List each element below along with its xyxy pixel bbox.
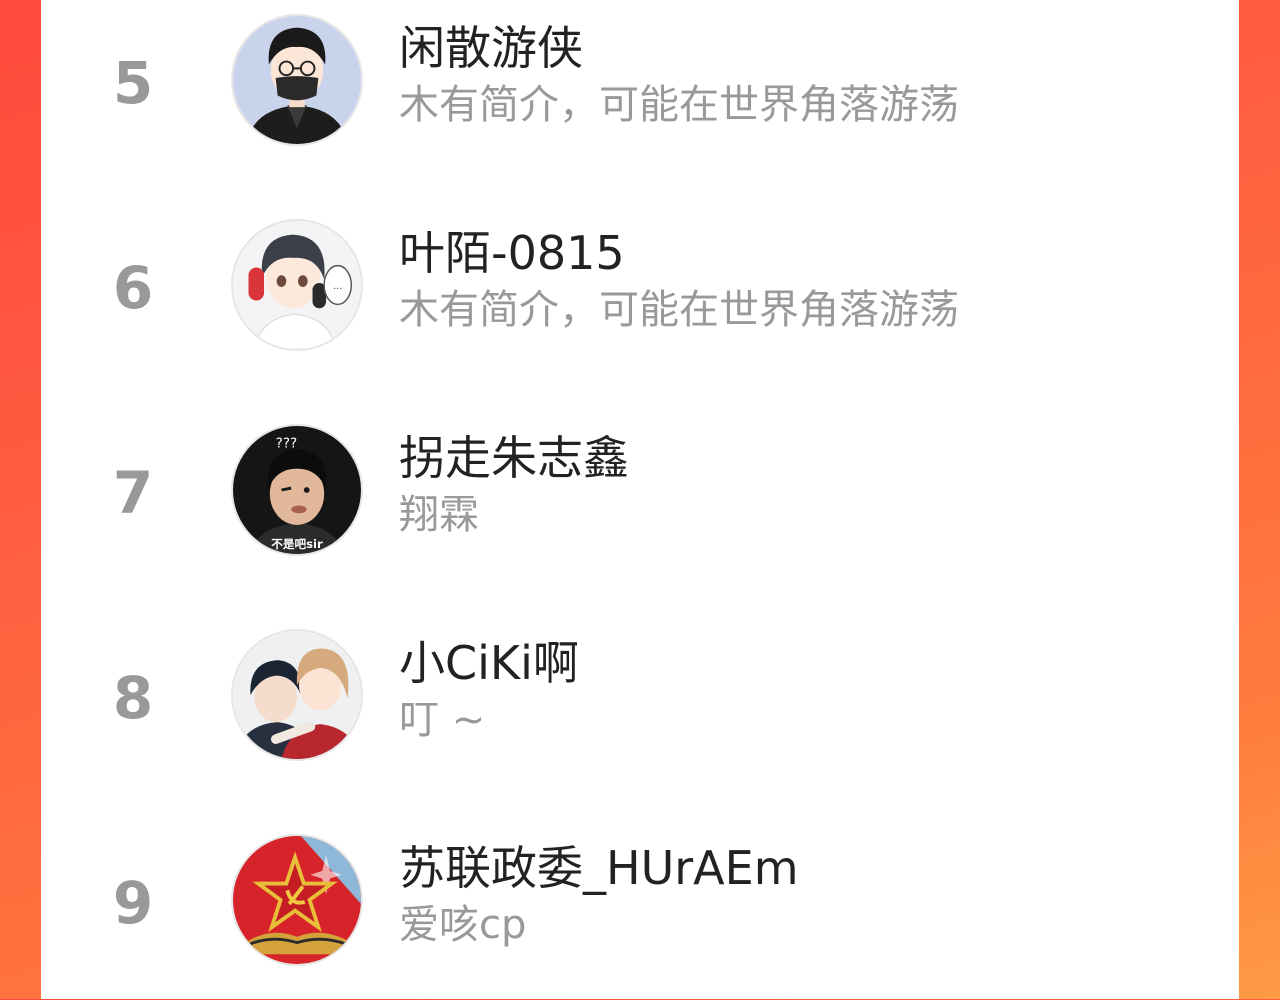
user-bio: 木有简介，可能在世界角落游荡: [399, 82, 959, 128]
avatar-soviet-star-icon[interactable]: [231, 834, 363, 966]
avatar-anime-headphones-boy-icon[interactable]: ...: [231, 219, 363, 351]
user-bio: 翔霖: [399, 492, 479, 538]
avatar-caption: 不是吧sir: [271, 537, 323, 551]
avatar-photo-boy-icon[interactable]: ??? 不是吧sir: [231, 424, 363, 556]
rank-number: 7: [112, 459, 154, 527]
ranking-list-item[interactable]: 9 苏联政委_HUrAEm 爱咳cp: [41, 820, 1239, 1000]
ranking-list-item[interactable]: 6 ... 叶陌-0815 木有简介，可能在世界角落游荡: [41, 205, 1239, 385]
user-bio: 叮 ~: [399, 697, 486, 743]
avatar-anime-couple-icon[interactable]: [231, 629, 363, 761]
ranking-list-item[interactable]: 5 闲散游侠 木有简介，可能在世界角落游荡: [41, 0, 1239, 180]
svg-text:...: ...: [333, 281, 342, 292]
ranking-list-item[interactable]: 7 ??? 不是吧sir 拐走朱志鑫 翔霖: [41, 410, 1239, 590]
avatar-glasses-mask-boy-icon[interactable]: [231, 14, 363, 146]
rank-number: 8: [112, 664, 154, 732]
username[interactable]: 苏联政委_HUrAEm: [399, 838, 799, 898]
rank-number: 9: [112, 869, 154, 937]
username[interactable]: 闲散游侠: [399, 18, 583, 78]
username[interactable]: 小CiKi啊: [399, 633, 579, 693]
username[interactable]: 叶陌-0815: [399, 223, 625, 283]
rank-number: 6: [112, 254, 154, 322]
user-bio: 爱咳cp: [399, 902, 527, 948]
avatar-question-marks: ???: [276, 435, 298, 451]
username[interactable]: 拐走朱志鑫: [399, 428, 629, 488]
ranking-list-item[interactable]: 8 小CiKi啊 叮 ~: [41, 615, 1239, 795]
rank-number: 5: [112, 49, 154, 117]
ranking-panel: 5 闲散游侠 木有简介，可能在世界角落游荡 6 ... 叶陌-0815 木有简介…: [41, 0, 1239, 999]
user-bio: 木有简介，可能在世界角落游荡: [399, 287, 959, 333]
